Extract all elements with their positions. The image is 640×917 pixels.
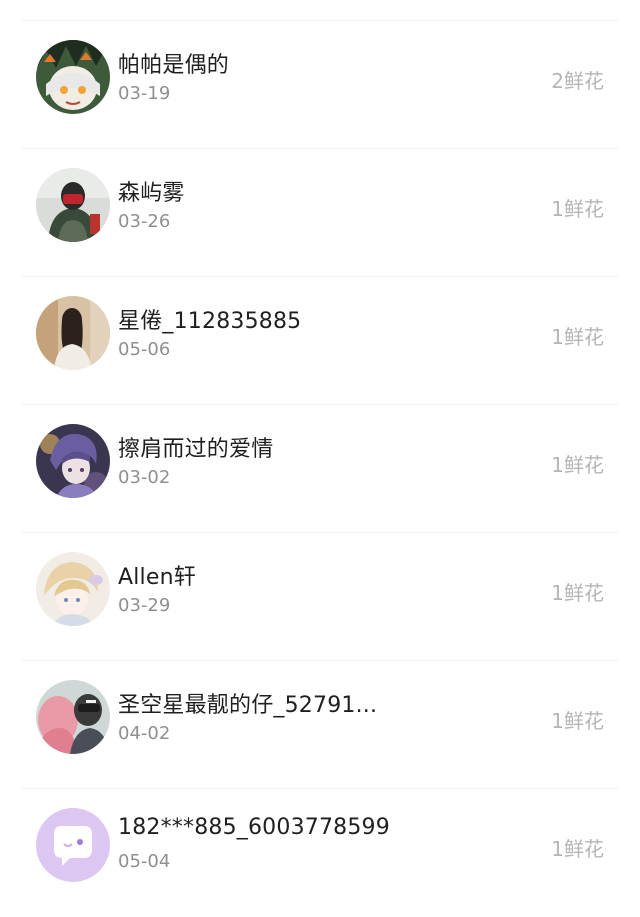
list-item[interactable]: 森屿雾 03-26 1鲜花: [0, 149, 640, 277]
girl-photo-avatar-icon[interactable]: [36, 296, 110, 370]
gift-date: 03-26: [118, 211, 171, 232]
list-item[interactable]: 圣空星最靓的仔_52791... 04-02 1鲜花: [0, 661, 640, 789]
purple-anime-avatar-icon[interactable]: [36, 424, 110, 498]
flower-count: 1鲜花: [551, 709, 604, 733]
user-name[interactable]: 帕帕是偶的: [118, 47, 229, 79]
flower-count: 1鲜花: [551, 197, 604, 221]
gift-date: 03-29: [118, 595, 171, 616]
couple-photo-avatar-icon[interactable]: [36, 680, 110, 754]
list-item[interactable]: 擦肩而过的爱情 03-02 1鲜花: [0, 405, 640, 533]
list-item[interactable]: 星倦_112835885 05-06 1鲜花: [0, 277, 640, 405]
user-name[interactable]: Allen轩: [118, 559, 196, 591]
default-chat-avatar-icon[interactable]: [36, 808, 110, 882]
list-item[interactable]: Allen轩 03-29 1鲜花: [0, 533, 640, 661]
gift-date: 03-02: [118, 467, 171, 488]
flower-count: 1鲜花: [551, 581, 604, 605]
gift-date: 05-06: [118, 339, 171, 360]
flower-gift-list: 帕帕是偶的 03-19 2鲜花 森屿雾 03-26 1鲜花 星倦_1128358…: [0, 0, 640, 896]
gift-date: 03-19: [118, 83, 171, 104]
flower-count: 1鲜花: [551, 453, 604, 477]
flower-count: 1鲜花: [551, 837, 604, 861]
list-item[interactable]: 182***885_6003778599 05-04 1鲜花: [0, 789, 640, 917]
user-name[interactable]: 擦肩而过的爱情: [118, 431, 273, 463]
list-item[interactable]: 帕帕是偶的 03-19 2鲜花: [0, 21, 640, 149]
gift-date: 05-04: [118, 851, 171, 872]
user-name[interactable]: 182***885_6003778599: [118, 815, 390, 840]
blonde-anime-avatar-icon[interactable]: [36, 552, 110, 626]
flower-count: 1鲜花: [551, 325, 604, 349]
flower-count: 2鲜花: [551, 69, 604, 93]
gift-date: 04-02: [118, 723, 171, 744]
user-name[interactable]: 星倦_112835885: [118, 303, 301, 335]
user-name[interactable]: 森屿雾: [118, 175, 185, 207]
masked-person-avatar-icon[interactable]: [36, 168, 110, 242]
user-name[interactable]: 圣空星最靓的仔_52791...: [118, 687, 377, 719]
anime-avatar-icon[interactable]: [36, 40, 110, 114]
